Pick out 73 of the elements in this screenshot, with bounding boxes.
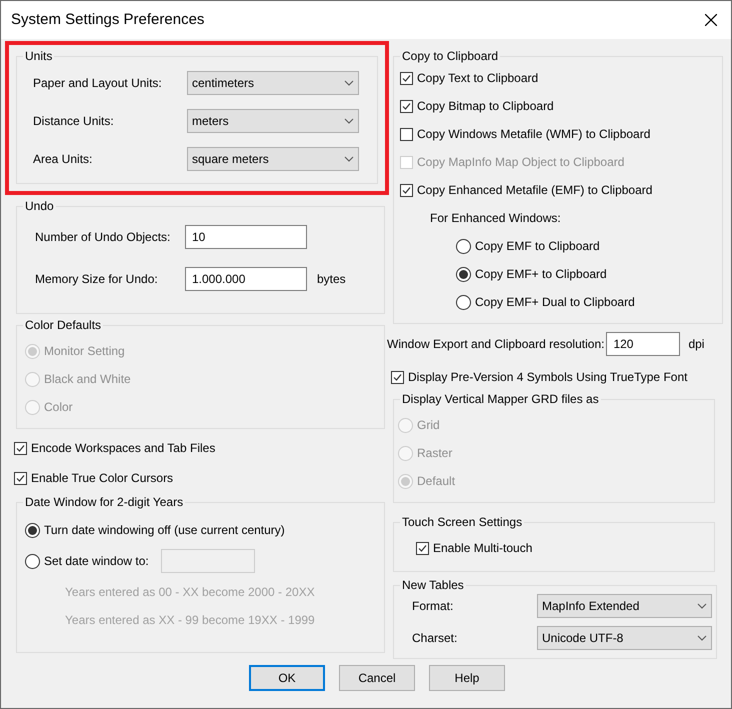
option-label: Monitor Setting [44, 343, 125, 360]
checkbox[interactable] [400, 128, 413, 140]
dropdown[interactable]: square meters [187, 147, 359, 171]
option-label: Copy Enhanced Metafile (EMF) to Clipboard [417, 182, 652, 199]
field-label: Paper and Layout Units: [33, 75, 162, 92]
field-label: Number of Undo Objects: [35, 230, 170, 244]
dropdown[interactable]: MapInfo Extended [537, 594, 712, 618]
dropdown[interactable]: Unicode UTF-8 [537, 626, 712, 650]
group-title: New Tables [401, 577, 465, 594]
field-label: Charset: [412, 630, 458, 647]
field-label: Window Export and Clipboard resolution: [387, 336, 604, 353]
dropdown[interactable]: centimeters [187, 71, 359, 95]
input-field[interactable]: 120 [606, 332, 680, 356]
option-label: Copy Text to Clipboard [417, 70, 538, 87]
dialog-button[interactable]: Cancel [339, 665, 415, 691]
input-field[interactable]: 1.000.000 [185, 267, 307, 291]
field-label: Area Units: [33, 151, 92, 168]
checkbox[interactable] [400, 100, 413, 112]
chevron-down-icon [344, 156, 354, 162]
option-label: Enable True Color Cursors [31, 470, 174, 487]
option-label: Copy EMF to Clipboard [475, 238, 600, 255]
group-title: Copy to Clipboard [401, 48, 500, 65]
input-field[interactable] [160, 549, 255, 573]
option-label: Enable Multi-touch [433, 540, 532, 557]
note-text: Years entered as XX - 99 become 19XX - 1999 [65, 612, 316, 629]
option-label: Turn date windowing off (use current century) [44, 522, 285, 539]
group-title: Undo [24, 198, 55, 215]
option-label: Default [417, 473, 456, 490]
group-title: Display Vertical Mapper GRD files as [401, 391, 600, 408]
option-label: Copy MapInfo Map Object to Clipboard [417, 154, 624, 171]
option-label: Encode Workspaces and Tab Files [31, 440, 216, 457]
checkbox[interactable] [14, 442, 27, 454]
unit-label: dpi [688, 336, 704, 353]
radio-button[interactable] [25, 522, 40, 538]
field-label: Distance Units: [33, 113, 114, 130]
section-label: For Enhanced Windows: [430, 210, 562, 227]
option-label: Set date window to: [44, 553, 149, 570]
option-label: Black and White [44, 371, 131, 388]
option-label: Display Pre-Version 4 Symbols Using TrueType Font [408, 369, 688, 386]
checkbox[interactable] [391, 370, 404, 384]
radio-button[interactable] [456, 266, 471, 282]
group-title: Date Window for 2-digit Years [24, 494, 184, 511]
close-icon[interactable] [705, 14, 717, 26]
radio-button[interactable] [25, 554, 40, 568]
chevron-down-icon [697, 603, 707, 609]
option-label: Copy Bitmap to Clipboard [417, 98, 554, 115]
option-label: Raster [417, 445, 452, 462]
radio-button[interactable] [456, 238, 471, 254]
group-title: Color Defaults [24, 317, 102, 334]
chevron-down-icon [697, 635, 707, 641]
option-label: Color [44, 399, 73, 416]
note-text: Years entered as 00 - XX become 2000 - 20XX [65, 584, 316, 601]
group-title: Touch Screen Settings [401, 514, 524, 531]
unit-label: bytes [317, 271, 346, 288]
dropdown[interactable]: meters [187, 109, 359, 133]
chevron-down-icon [344, 80, 354, 86]
option-label: Grid [417, 417, 440, 434]
field-label: Memory Size for Undo: [35, 272, 158, 286]
group-title: Units [24, 48, 54, 65]
option-label: Copy EMF+ Dual to Clipboard [475, 294, 635, 311]
chevron-down-icon [344, 118, 354, 124]
checkbox[interactable] [400, 184, 413, 196]
dialog-button[interactable]: Help [429, 665, 505, 691]
radio-button[interactable] [456, 294, 471, 310]
field-label: Format: [412, 598, 454, 615]
checkbox[interactable] [14, 472, 27, 484]
input-field[interactable]: 10 [185, 225, 307, 249]
dialog-button[interactable]: OK [249, 665, 325, 691]
option-label: Copy EMF+ to Clipboard [475, 266, 607, 283]
window-title: System Settings Preferences [11, 10, 204, 30]
checkbox[interactable] [400, 72, 413, 84]
option-label: Copy Windows Metafile (WMF) to Clipboard [417, 126, 650, 143]
checkbox[interactable] [416, 542, 429, 554]
